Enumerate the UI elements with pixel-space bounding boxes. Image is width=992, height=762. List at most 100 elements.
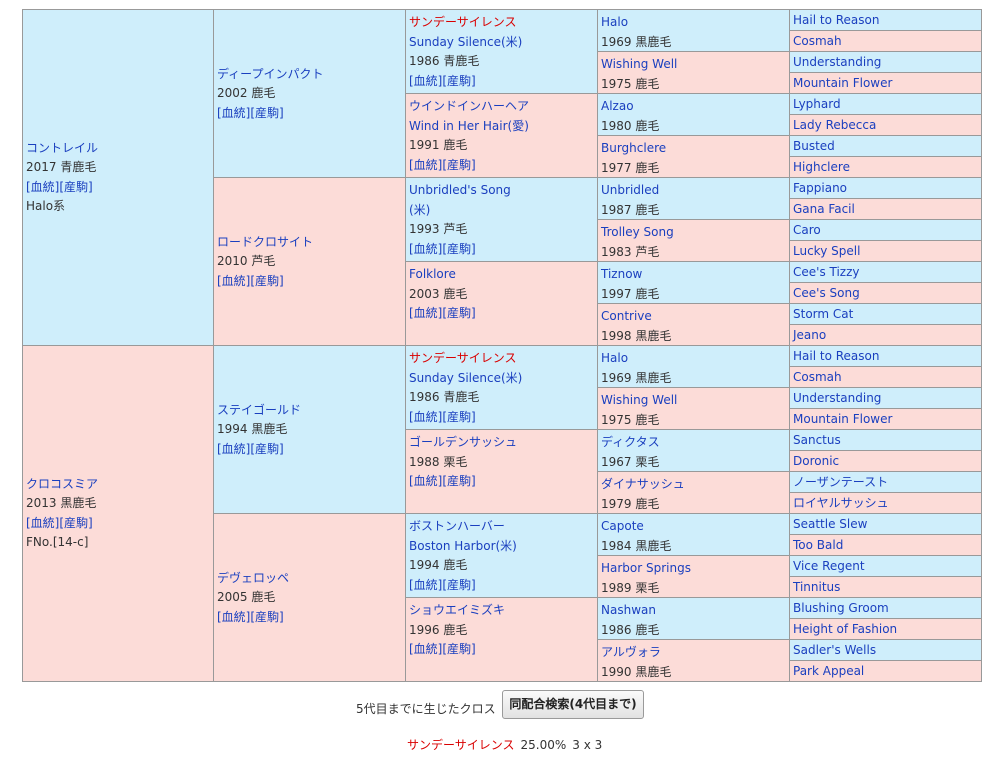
gen5-horse-link[interactable]: Too Bald <box>793 539 843 551</box>
pedigree-offspring-links[interactable]: [血統][産駒] <box>409 240 595 260</box>
gen5-horse-link[interactable]: Cee's Tizzy <box>793 266 860 278</box>
horse-name-link[interactable]: ボストンハーバー <box>409 517 595 537</box>
same-mating-search-button[interactable]: 同配合検索(4代目まで) <box>502 690 644 719</box>
gen5-horse-link[interactable]: Lyphard <box>793 98 841 110</box>
horse-name-link[interactable]: ゴールデンサッシュ <box>409 433 595 453</box>
gen5-horse-link[interactable]: Gana Facil <box>793 203 855 215</box>
gen5-dam-cell: Gana Facil <box>789 198 982 219</box>
pedigree-offspring-links[interactable]: [血統][産駒] <box>409 640 595 660</box>
birth-year-coat: 1975 鹿毛 <box>601 76 660 91</box>
horse-english-name[interactable]: Boston Harbor(米) <box>409 537 595 557</box>
gen5-horse-link[interactable]: Highclere <box>793 161 850 173</box>
horse-name-link[interactable]: ディクタス <box>601 433 787 453</box>
gen4-cell: Burghclere 1977 鹿毛 <box>597 135 789 177</box>
horse-name-link[interactable]: Wishing Well <box>601 391 787 411</box>
horse-name-link[interactable]: Wishing Well <box>601 55 787 75</box>
gen5-horse-link[interactable]: ロイヤルサッシュ <box>793 497 889 509</box>
gen5-horse-link[interactable]: Sanctus <box>793 434 841 446</box>
gen5-horse-link[interactable]: ノーザンテースト <box>793 476 888 488</box>
gen5-sire-cell-content: Busted <box>793 136 979 156</box>
gen4-cell-content: Capote 1984 黒鹿毛 <box>601 517 787 556</box>
pedigree-offspring-links[interactable]: [血統][産駒] <box>409 576 595 596</box>
gen5-dam-cell-content: Tinnitus <box>793 577 979 597</box>
pedigree-offspring-links[interactable]: [血統][産駒] <box>26 514 211 534</box>
pedigree-offspring-links[interactable]: [血統][産駒] <box>409 156 595 176</box>
gen5-horse-link[interactable]: Hail to Reason <box>793 350 879 362</box>
gen5-horse-link[interactable]: Tinnitus <box>793 581 840 593</box>
gen5-horse-link[interactable]: Jeano <box>793 329 826 341</box>
pedigree-offspring-links[interactable]: [血統][産駒] <box>217 607 403 627</box>
pedigree-offspring-links[interactable]: [血統][産駒] <box>409 472 595 492</box>
horse-english-name[interactable]: Sunday Silence(米) <box>409 369 595 389</box>
gen5-dam-cell-content: Too Bald <box>793 535 979 555</box>
pedigree-offspring-links[interactable]: [血統][産駒] <box>217 103 403 123</box>
gen3-cell: Unbridled's Song (米) 1993 芦毛 [血統][産駒] <box>405 177 597 261</box>
birth-year-coat: 1975 鹿毛 <box>601 412 660 427</box>
gen5-horse-link[interactable]: Sadler's Wells <box>793 644 876 656</box>
birth-year-coat: 2005 鹿毛 <box>217 589 276 604</box>
gen5-horse-link[interactable]: Fappiano <box>793 182 847 194</box>
birth-year-coat: 2013 黒鹿毛 <box>26 496 97 510</box>
gen5-horse-link[interactable]: Caro <box>793 224 821 236</box>
horse-name-link[interactable]: Burghclere <box>601 139 787 159</box>
horse-name-link[interactable]: Unbridled <box>601 181 787 201</box>
horse-english-name[interactable]: Wind in Her Hair(愛) <box>409 117 595 137</box>
gen5-horse-link[interactable]: Cosmah <box>793 35 842 47</box>
horse-name-link[interactable]: Nashwan <box>601 601 787 621</box>
gen5-horse-link[interactable]: Height of Fashion <box>793 623 897 635</box>
gen5-horse-link[interactable]: Understanding <box>793 392 881 404</box>
gen3-cell-content: サンデーサイレンス Sunday Silence(米) 1986 青鹿毛 [血統][産… <box>409 13 595 91</box>
horse-name-link[interactable]: ディープインパクト <box>217 64 403 84</box>
horse-english-name[interactable]: Sunday Silence(米) <box>409 33 595 53</box>
gen5-dam-cell: Cosmah <box>789 30 982 51</box>
horse-name-link[interactable]: Halo <box>601 349 787 369</box>
horse-name-link[interactable]: コントレイル <box>26 139 211 159</box>
horse-name-link[interactable]: Alzao <box>601 97 787 117</box>
horse-name-link[interactable]: Contrive <box>601 307 787 327</box>
horse-english-name[interactable]: (米) <box>409 201 595 221</box>
gen5-horse-link[interactable]: Lucky Spell <box>793 245 860 257</box>
gen5-dam-cell: ロイヤルサッシュ <box>789 492 982 513</box>
horse-name-link[interactable]: サンデーサイレンス <box>409 13 595 33</box>
horse-name-link[interactable]: クロコスミア <box>26 475 211 495</box>
gen5-horse-link[interactable]: Seattle Slew <box>793 518 867 530</box>
horse-name-link[interactable]: Capote <box>601 517 787 537</box>
horse-name-link[interactable]: Halo <box>601 13 787 33</box>
birth-year-coat: 1986 青鹿毛 <box>409 54 480 68</box>
horse-name-link[interactable]: Tiznow <box>601 265 787 285</box>
horse-name-link[interactable]: ショウエイミズキ <box>409 601 595 621</box>
gen5-horse-link[interactable]: Vice Regent <box>793 560 865 572</box>
horse-name-link[interactable]: Harbor Springs <box>601 559 787 579</box>
horse-name-link[interactable]: Unbridled's Song <box>409 181 595 201</box>
gen5-horse-link[interactable]: Hail to Reason <box>793 14 879 26</box>
horse-name-link[interactable]: ロードクロサイト <box>217 232 403 252</box>
gen5-horse-link[interactable]: Lady Rebecca <box>793 119 876 131</box>
gen5-horse-link[interactable]: Doronic <box>793 455 839 467</box>
gen5-sire-cell-content: Caro <box>793 220 979 240</box>
gen4-cell: Capote 1984 黒鹿毛 <box>597 513 789 555</box>
horse-name-link[interactable]: サンデーサイレンス <box>409 349 595 369</box>
gen5-horse-link[interactable]: Storm Cat <box>793 308 853 320</box>
horse-name-link[interactable]: ステイゴールド <box>217 400 403 420</box>
pedigree-offspring-links[interactable]: [血統][産駒] <box>217 439 403 459</box>
gen5-horse-link[interactable]: Blushing Groom <box>793 602 889 614</box>
horse-name-link[interactable]: ダイナサッシュ <box>601 475 787 495</box>
pedigree-offspring-links[interactable]: [血統][産駒] <box>26 178 211 198</box>
gen5-horse-link[interactable]: Mountain Flower <box>793 77 892 89</box>
gen5-horse-link[interactable]: Cosmah <box>793 371 842 383</box>
gen5-horse-link[interactable]: Mountain Flower <box>793 413 892 425</box>
pedigree-offspring-links[interactable]: [血統][産駒] <box>409 304 595 324</box>
gen5-horse-link[interactable]: Park Appeal <box>793 665 864 677</box>
pedigree-offspring-links[interactable]: [血統][産駒] <box>217 271 403 291</box>
horse-name-link[interactable]: ウインドインハーヘア <box>409 97 595 117</box>
horse-name-link[interactable]: Folklore <box>409 265 595 285</box>
gen5-horse-link[interactable]: Busted <box>793 140 835 152</box>
gen5-horse-link[interactable]: Cee's Song <box>793 287 860 299</box>
horse-name-link[interactable]: Trolley Song <box>601 223 787 243</box>
cross-horse-link[interactable]: サンデーサイレンス <box>407 738 515 752</box>
pedigree-offspring-links[interactable]: [血統][産駒] <box>409 72 595 92</box>
pedigree-offspring-links[interactable]: [血統][産駒] <box>409 408 595 428</box>
horse-name-link[interactable]: デヴェロッペ <box>217 568 403 588</box>
gen5-horse-link[interactable]: Understanding <box>793 56 881 68</box>
horse-name-link[interactable]: アルヴォラ <box>601 643 787 663</box>
